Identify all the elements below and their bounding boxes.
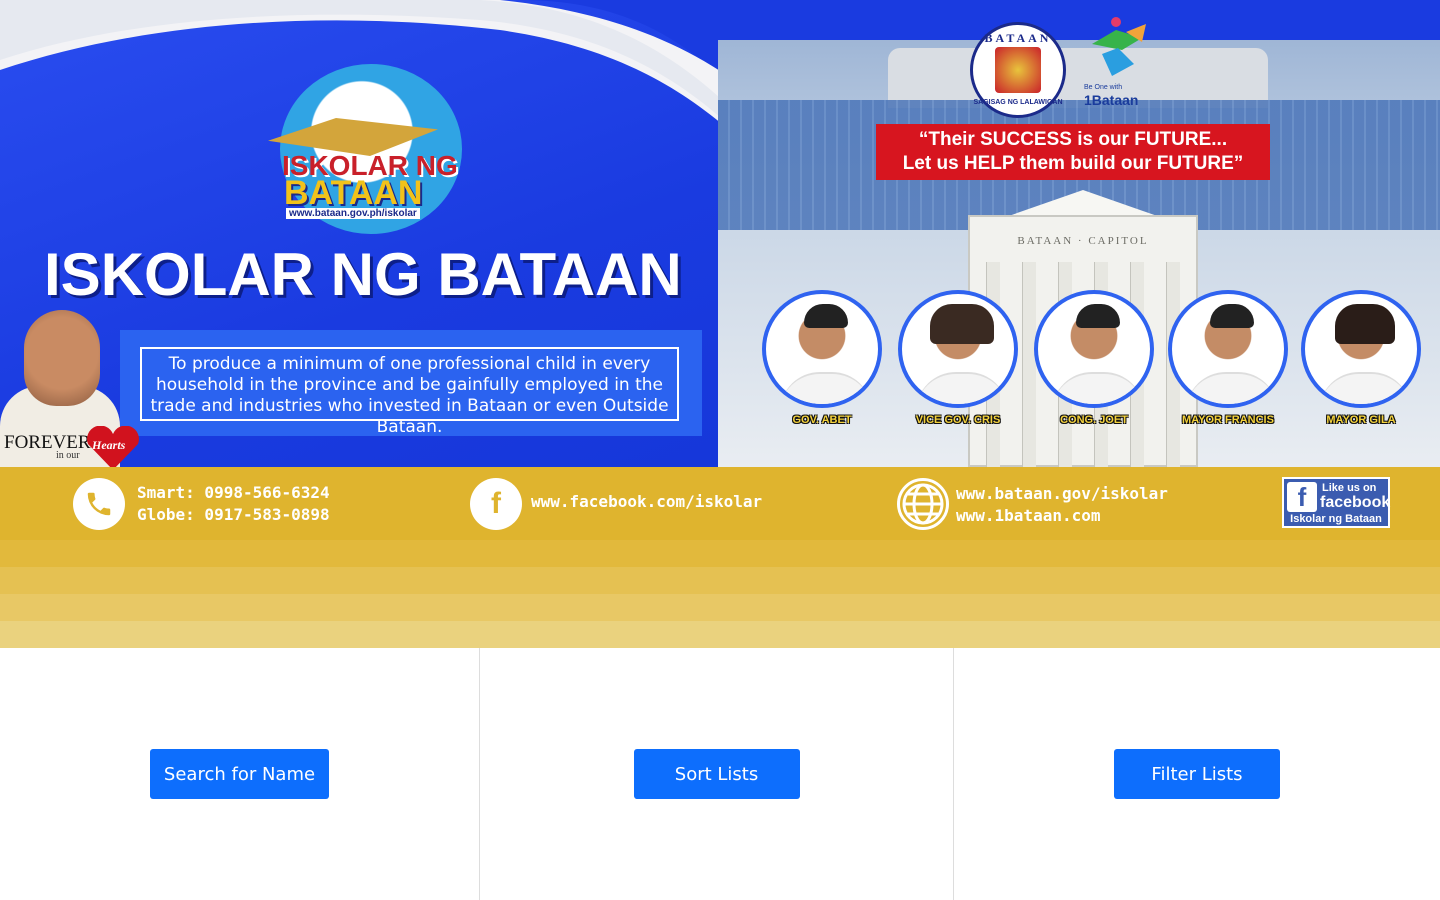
facebook-like-badge[interactable]: f Like us on facebook Iskolar ng Bataan	[1282, 477, 1390, 528]
onebataan-tagline: Be One with	[1084, 84, 1123, 91]
bataan-seal-logo: BATAAN SAGISAG NG LALAWIGAN	[970, 22, 1066, 118]
quote-banner: “Their SUCCESS is our FUTURE... Let us H…	[876, 124, 1270, 180]
official-name: MAYOR FRANCIS	[1182, 414, 1274, 426]
onebataan-logo: Be One with 1Bataan	[1082, 14, 1156, 110]
website-urls: www.bataan.gov/iskolar www.1bataan.com	[956, 483, 1168, 527]
official-name: VICE GOV. CRIS	[915, 414, 1001, 426]
phone-numbers: Smart: 0998-566-6324 Globe: 0917-583-089…	[137, 482, 330, 526]
gold-stripe	[0, 594, 1440, 621]
official-name: CONG. JOET	[1060, 414, 1128, 426]
fb-like-line-1: Like us on	[1322, 482, 1377, 494]
facebook-url: www.facebook.com/iskolar	[531, 492, 763, 511]
official-photo	[1301, 290, 1421, 408]
official-name: GOV. ABET	[792, 414, 852, 426]
logo-url: www.bataan.gov.ph/iskolar	[286, 208, 420, 219]
filter-panel: Filter Lists	[954, 648, 1440, 900]
iskolar-logo: ISKOLAR NG BATAAN www.bataan.gov.ph/isko…	[268, 58, 480, 234]
official-photo	[898, 290, 1018, 408]
official-name: MAYOR GILA	[1326, 414, 1396, 426]
official-portrait: CONG. JOET	[1034, 290, 1154, 426]
sort-lists-button[interactable]: Sort Lists	[633, 749, 800, 799]
in-our-text: in our	[56, 450, 80, 461]
page-title: ISKOLAR NG BATAAN	[44, 241, 682, 308]
governor-portrait: FOREVER in our Hearts	[0, 306, 140, 467]
official-portrait: MAYOR GILA	[1301, 290, 1421, 426]
gold-stripe	[0, 540, 1440, 567]
seal-bottom-text: SAGISAG NG LALAWIGAN	[973, 99, 1063, 106]
search-for-name-button[interactable]: Search for Name	[149, 749, 330, 799]
gold-stripe	[0, 621, 1440, 648]
quote-line-2: Let us HELP them build our FUTURE”	[902, 153, 1244, 174]
header-banner: BATAAN · CAPITOL BATAAN SAGISAG NG LALAW…	[0, 0, 1440, 467]
facebook-logo-icon: f	[1287, 482, 1317, 512]
official-photo	[1034, 290, 1154, 408]
seal-top-text: BATAAN	[984, 31, 1052, 45]
onebataan-figures-icon	[1092, 17, 1146, 76]
onebataan-brand: 1Bataan	[1084, 92, 1139, 108]
official-photo	[762, 290, 882, 408]
official-portrait: VICE GOV. CRIS	[898, 290, 1018, 426]
official-portrait: MAYOR FRANCIS	[1168, 290, 1288, 426]
fb-like-line-2: facebook	[1320, 494, 1391, 511]
phone-icon	[73, 478, 125, 530]
mission-statement: To produce a minimum of one professional…	[140, 347, 679, 437]
search-panel: Search for Name	[0, 648, 480, 900]
action-panels: Search for Name Sort Lists Filter Lists	[0, 648, 1440, 900]
official-portrait: GOV. ABET	[762, 290, 882, 426]
website-url-2: www.1bataan.com	[956, 506, 1101, 525]
capitol-label: BATAAN · CAPITOL	[1017, 235, 1149, 247]
smart-number: Smart: 0998-566-6324	[137, 483, 330, 502]
facebook-icon: f	[470, 478, 522, 530]
official-photo	[1168, 290, 1288, 408]
filter-lists-button[interactable]: Filter Lists	[1114, 749, 1280, 799]
sort-panel: Sort Lists	[480, 648, 954, 900]
fb-like-line-3: Iskolar ng Bataan	[1290, 513, 1382, 525]
gold-stripe	[0, 567, 1440, 594]
quote-line-1: “Their SUCCESS is our FUTURE...	[918, 129, 1228, 150]
hearts-text: Hearts	[92, 438, 126, 452]
globe-number: Globe: 0917-583-0898	[137, 505, 330, 524]
website-url-1: www.bataan.gov/iskolar	[956, 484, 1168, 503]
globe-icon	[897, 478, 949, 530]
